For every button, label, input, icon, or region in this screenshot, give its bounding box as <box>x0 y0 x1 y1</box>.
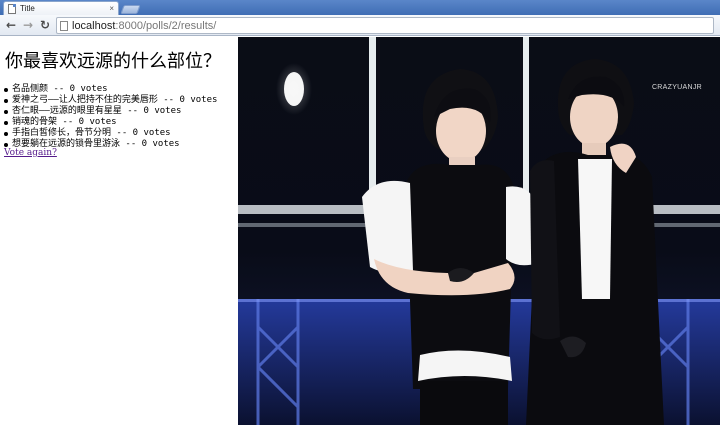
bullet-icon <box>4 98 8 103</box>
bullet-icon <box>4 120 8 125</box>
choice-result: 销魂的骨架 -- 0 votes <box>12 117 117 127</box>
bullet-icon <box>4 87 8 92</box>
browser-titlebar: Title × <box>0 0 720 15</box>
choice-result: 手指白皙修长，骨节分明 -- 0 votes <box>12 128 171 138</box>
address-bar[interactable]: localhost:8000/polls/2/results/ <box>56 17 714 34</box>
watermark-label: CRAZYUANJR <box>651 84 702 91</box>
list-item: 名品侧颜 -- 0 votes <box>4 84 217 95</box>
choice-result: 名品侧颜 -- 0 votes <box>12 84 108 94</box>
choice-list: 名品侧颜 -- 0 votes 爱神之弓——让人把持不住的完美唇形 -- 0 v… <box>4 84 217 150</box>
vote-again-link[interactable]: Vote again? <box>4 148 57 158</box>
list-item: 爱神之弓——让人把持不住的完美唇形 -- 0 votes <box>4 95 217 106</box>
close-icon[interactable]: × <box>109 4 114 13</box>
back-icon[interactable]: ← <box>4 18 18 32</box>
tab-title[interactable]: Title × <box>3 1 119 15</box>
page-icon <box>60 20 68 31</box>
list-item: 杏仁眼——远源的眼里有星星 -- 0 votes <box>4 106 217 117</box>
url-path: :8000/polls/2/results/ <box>115 19 217 32</box>
list-item: 销魂的骨架 -- 0 votes <box>4 117 217 128</box>
list-item: 手指白皙修长，骨节分明 -- 0 votes <box>4 128 217 139</box>
choice-result: 爱神之弓——让人把持不住的完美唇形 -- 0 votes <box>12 95 218 105</box>
stage-photo: CRAZYUANJR <box>238 37 720 425</box>
page-content: 你最喜欢远源的什么部位？ 名品侧颜 -- 0 votes 爱神之弓——让人把持不… <box>0 37 720 425</box>
page-icon <box>8 3 16 14</box>
reload-icon[interactable]: ↻ <box>38 18 52 32</box>
tab-title-label: Title <box>20 4 35 13</box>
address-url[interactable]: localhost:8000/polls/2/results/ <box>72 20 216 32</box>
bullet-icon <box>4 142 8 147</box>
bullet-icon <box>4 131 8 136</box>
poll-results: 你最喜欢远源的什么部位？ 名品侧颜 -- 0 votes 爱神之弓——让人把持不… <box>0 37 238 425</box>
url-host: localhost <box>72 19 116 32</box>
new-tab-button[interactable] <box>120 5 141 14</box>
browser-toolbar: ← → ↻ localhost:8000/polls/2/results/ <box>0 15 720 36</box>
choice-result: 杏仁眼——远源的眼里有星星 -- 0 votes <box>12 106 182 116</box>
bullet-icon <box>4 109 8 114</box>
page-title: 你最喜欢远源的什么部位？ <box>5 51 221 72</box>
stage-photo-image <box>238 37 720 425</box>
forward-icon[interactable]: → <box>21 18 35 32</box>
